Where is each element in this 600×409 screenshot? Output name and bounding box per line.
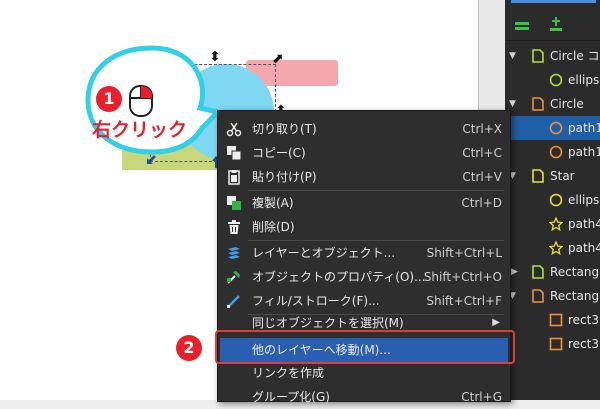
star-yellow-icon [549,217,563,231]
layers-panel-toolbar [505,0,600,41]
step2-badge: 2 [176,335,202,361]
layer-row-circle-copy[interactable]: ▼ Circle コピ [505,44,600,68]
menu-item-layers-objects[interactable]: レイヤーとオブジェクト... Shift+Ctrl+L [218,241,510,265]
menu-item-create-link[interactable]: リンクを作成 [218,361,510,385]
layer-row-circle[interactable]: ▼ Circle [505,92,600,116]
properties-icon [227,271,240,284]
layers-panel: ▼ Circle コピ ellipse ▼ Circle path1 path1… [505,0,600,400]
ellipse-orange-icon [549,145,563,159]
layer-row-ellipse-2[interactable]: ellipse [505,188,600,212]
group-green-icon [532,49,544,63]
menu-item-delete[interactable]: 削除(D) [218,215,510,239]
ellipse-yellow-icon [549,193,563,207]
fill-stroke-icon [227,295,240,308]
layer-row-rect3-2[interactable]: rect3 [505,332,600,356]
rect-orange-icon [549,337,563,351]
menu-item-object-properties[interactable]: オブジェクトのプロパティ(O)... Shift+Ctrl+O [218,265,510,289]
expand-arrow-icon[interactable]: ▶ [511,260,518,284]
layer-row-star[interactable]: ▼ Star [505,164,600,188]
scissors-icon [226,122,242,137]
star-yellow-icon [549,241,563,255]
menu-item-copy[interactable]: コピー(C) Ctrl+C [218,141,510,165]
layer-row-path4-2[interactable]: path4 [505,236,600,260]
panel-tab-indicator [511,0,596,3]
group-orange-icon [532,97,544,111]
layer-row-path1-selected[interactable]: path1 [505,116,600,140]
step1-label: 右クリック [92,119,188,141]
trash-icon [228,220,240,234]
mouse-right-click-icon [129,85,153,117]
layers-icon [228,247,240,259]
layer-row-rectangle-2[interactable]: ▼ Rectangl [505,284,600,308]
menu-item-duplicate[interactable]: 複製(A) Ctrl+D [218,191,510,215]
layer-row-path4[interactable]: path4 [505,212,600,236]
add-layer-icon[interactable] [513,16,531,34]
group-green-icon [532,265,544,279]
layer-row-ellipse[interactable]: ellipse [505,68,600,92]
paste-icon [228,170,240,185]
menu-item-paste[interactable]: 貼り付け(P) Ctrl+V [218,165,510,189]
ellipse-green-icon [549,73,563,87]
ellipse-orange-icon [549,121,563,135]
group-orange-icon [532,289,544,303]
collapse-arrow-icon[interactable]: ▼ [509,44,516,68]
layer-row-rectangle[interactable]: ▶ Rectangl [505,260,600,284]
scale-handle-top-right-icon[interactable]: ⬈ [272,52,284,66]
menu-item-cut[interactable]: 切り取り(T) Ctrl+X [218,117,510,141]
layer-row-path1[interactable]: path1 [505,140,600,164]
add-group-icon[interactable] [547,16,565,34]
menu-item-fill-stroke[interactable]: フィル/ストローク(F)... Shift+Ctrl+F [218,289,510,313]
copy-icon [227,146,242,161]
step2-highlight-box [215,330,515,364]
layer-row-rect3[interactable]: rect3 [505,308,600,332]
rect-orange-icon [549,313,563,327]
group-yellow-icon [532,169,544,183]
duplicate-icon [227,196,241,210]
menu-item-group[interactable]: グループ化(G) Ctrl+G [218,385,510,409]
step1-badge: 1 [96,86,122,112]
